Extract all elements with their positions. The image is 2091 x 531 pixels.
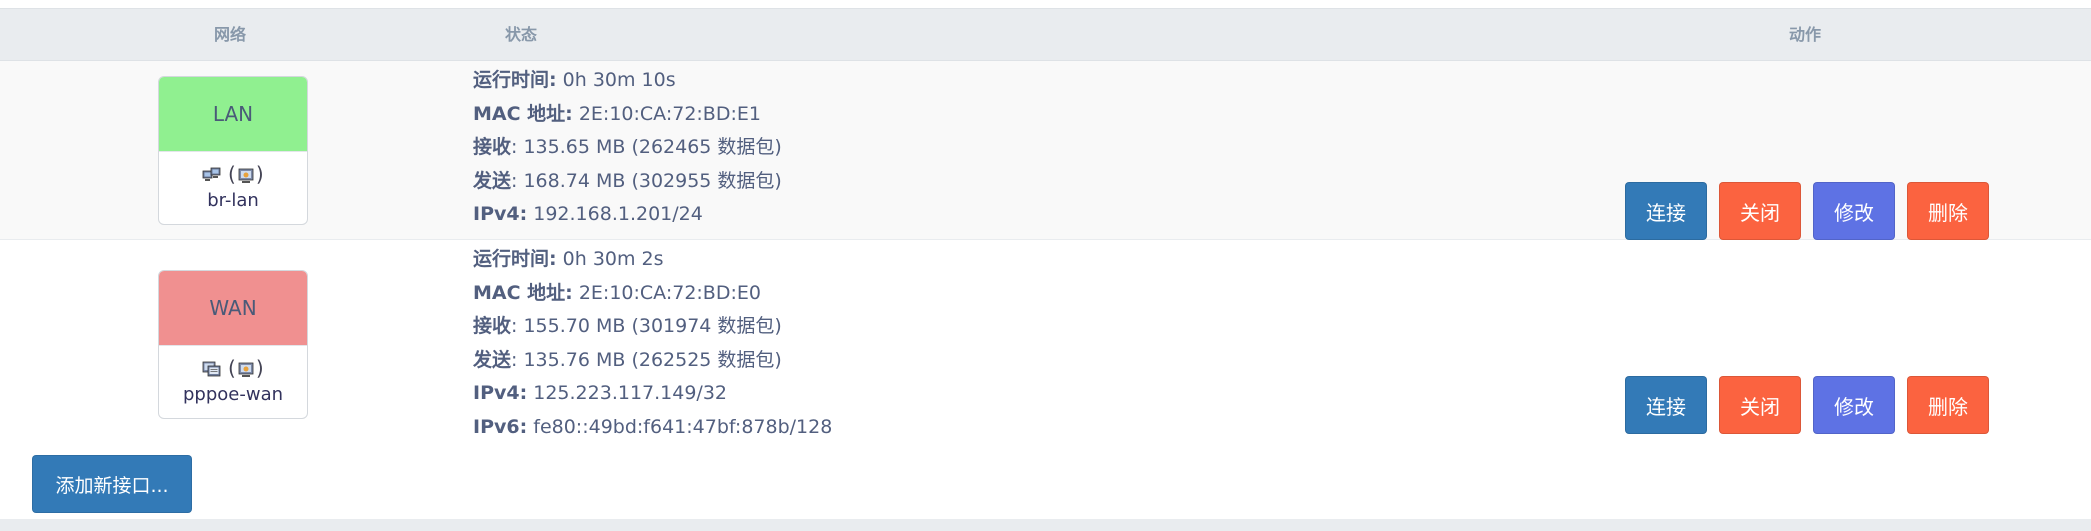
ipv6-value: fe80::49bd:f641:47bf:878b/128	[533, 415, 833, 438]
wireless-icon	[236, 359, 256, 377]
ethernet-bridge-icon	[202, 165, 222, 183]
interface-name-wan: WAN	[159, 271, 307, 346]
interface-device-wan: pppoe-wan	[182, 384, 284, 405]
network-interfaces-page: 网络 状态 动作 LAN () br-lan 运行时间: 0h 30m 10s…	[0, 0, 2091, 531]
tx-label: 发送	[473, 169, 512, 192]
interfaces-table-header: 网络 状态 动作	[0, 8, 2091, 61]
rx-value: : 135.65 MB (262465 数据包)	[511, 136, 782, 158]
wireless-icon	[236, 165, 256, 183]
interface-row-lan: LAN () br-lan 运行时间: 0h 30m 10s MAC 地址: …	[0, 61, 2091, 240]
edit-button[interactable]: 修改	[1813, 376, 1895, 434]
add-interface-button[interactable]: 添加新接口...	[32, 455, 192, 513]
tx-value: : 168.74 MB (302955 数据包)	[511, 169, 782, 192]
stop-button[interactable]: 关闭	[1719, 182, 1801, 240]
ipv4-label: IPv4:	[473, 382, 528, 404]
uptime-label: 运行时间:	[473, 248, 557, 270]
column-header-actions: 动作	[1789, 25, 1822, 44]
uptime-value: 0h 30m 2s	[562, 248, 664, 270]
interface-actions-lan: 连接 关闭 修改 删除	[1625, 182, 1989, 240]
interface-name-lan: LAN	[159, 77, 307, 152]
ipv6-label: IPv6:	[473, 415, 528, 438]
mac-label: MAC 地址:	[473, 281, 573, 304]
bottom-divider	[0, 519, 2091, 531]
ipv4-label: IPv4:	[473, 203, 528, 225]
delete-button[interactable]: 删除	[1907, 182, 1989, 240]
rx-value: : 155.70 MB (301974 数据包)	[511, 315, 782, 337]
ipv4-value: 125.223.117.149/32	[533, 382, 728, 404]
mac-value: 2E:10:CA:72:BD:E0	[578, 281, 761, 304]
mac-label: MAC 地址:	[473, 102, 573, 125]
rx-label: 接收	[473, 136, 512, 158]
interface-actions-wan: 连接 关闭 修改 删除	[1625, 376, 1989, 434]
interface-status-lan: 运行时间: 0h 30m 10s MAC 地址: 2E:10:CA:72:BD:…	[473, 64, 782, 232]
delete-button[interactable]: 删除	[1907, 376, 1989, 434]
connect-button[interactable]: 连接	[1625, 376, 1707, 434]
stop-button[interactable]: 关闭	[1719, 376, 1801, 434]
column-header-status: 状态	[505, 25, 538, 44]
ipv4-value: 192.168.1.201/24	[533, 203, 703, 225]
interface-row-wan: WAN () pppoe-wan 运行时间: 0h 30m 2s MAC 地址…	[0, 240, 2091, 438]
interface-device-lan: br-lan	[207, 190, 259, 211]
tunnel-icon	[202, 359, 222, 377]
tx-value: : 135.76 MB (262525 数据包)	[511, 348, 782, 371]
connect-button[interactable]: 连接	[1625, 182, 1707, 240]
uptime-label: 运行时间:	[473, 69, 557, 91]
uptime-value: 0h 30m 10s	[562, 69, 676, 91]
tx-label: 发送	[473, 348, 512, 371]
mac-value: 2E:10:CA:72:BD:E1	[578, 102, 761, 125]
interface-box-wan: WAN () pppoe-wan	[158, 270, 308, 419]
interface-box-lan: LAN () br-lan	[158, 76, 308, 225]
edit-button[interactable]: 修改	[1813, 182, 1895, 240]
interface-status-wan: 运行时间: 0h 30m 2s MAC 地址: 2E:10:CA:72:BD:E…	[473, 243, 832, 444]
rx-label: 接收	[473, 315, 512, 337]
column-header-network: 网络	[214, 25, 247, 44]
